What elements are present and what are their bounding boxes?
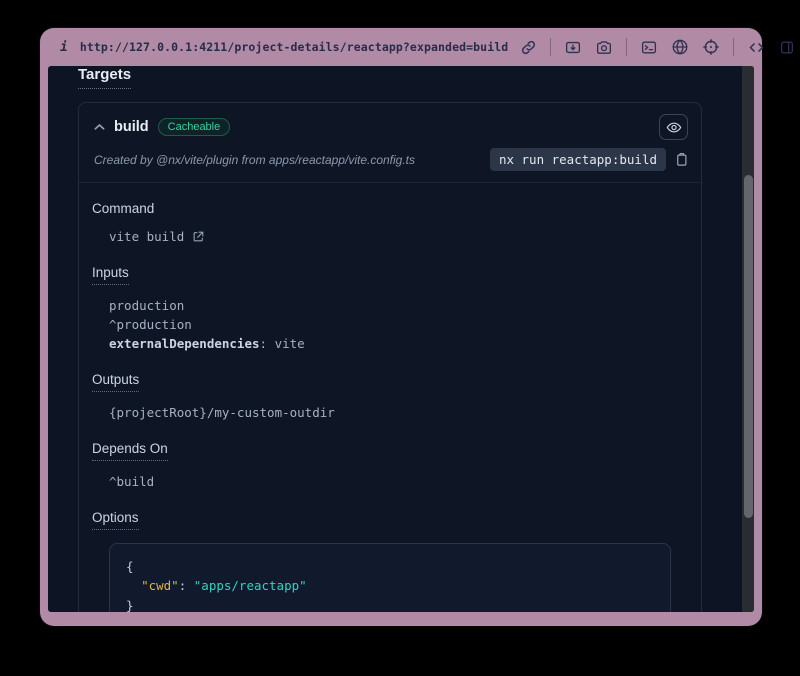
crosshair-icon[interactable] bbox=[702, 38, 720, 56]
target-name: build bbox=[114, 119, 149, 135]
project-details-content: Targets build Cacheable bbox=[78, 66, 702, 612]
browser-titlebar: i http://127.0.0.1:4211/project-details/… bbox=[40, 28, 762, 66]
input-value: : vite bbox=[260, 336, 305, 351]
inputs-section: Inputs production ^production externalDe… bbox=[92, 264, 685, 353]
view-graph-eye-button[interactable] bbox=[659, 114, 688, 140]
options-json-block: { "cwd": "apps/reactapp" } bbox=[109, 543, 671, 612]
depends-on-section: Depends On ^build bbox=[92, 440, 685, 491]
titlebar-actions bbox=[520, 38, 795, 56]
command-link[interactable]: vite build bbox=[109, 227, 685, 246]
json-separator: : bbox=[179, 578, 194, 593]
build-card-body: Command vite build bbox=[79, 183, 701, 612]
command-value: vite build bbox=[109, 227, 184, 246]
globe-icon[interactable] bbox=[671, 38, 689, 56]
cacheable-badge: Cacheable bbox=[158, 118, 231, 136]
titlebar-divider bbox=[733, 38, 734, 56]
outputs-section: Outputs {projectRoot}/my-custom-outdir bbox=[92, 371, 685, 422]
titlebar-divider bbox=[626, 38, 627, 56]
titlebar-divider bbox=[550, 38, 551, 56]
inputs-heading: Inputs bbox=[92, 265, 129, 285]
json-line: { bbox=[126, 557, 654, 576]
depends-on-heading: Depends On bbox=[92, 441, 168, 461]
target-card-build: build Cacheable Created by @nx/vite/plug… bbox=[78, 102, 702, 612]
split-view-icon[interactable] bbox=[779, 39, 795, 56]
options-heading: Options bbox=[92, 510, 139, 530]
build-card-header: build Cacheable Created by @nx/vite/plug… bbox=[79, 103, 701, 183]
code-icon[interactable] bbox=[747, 39, 766, 56]
depends-on-item: ^build bbox=[109, 472, 685, 491]
input-item: production bbox=[109, 296, 685, 315]
output-item: {projectRoot}/my-custom-outdir bbox=[109, 403, 685, 422]
json-string-value: "apps/reactapp" bbox=[194, 578, 307, 593]
terminal-icon[interactable] bbox=[640, 39, 658, 56]
info-icon: i bbox=[60, 40, 68, 55]
outputs-heading: Outputs bbox=[92, 372, 139, 392]
url-text[interactable]: http://127.0.0.1:4211/project-details/re… bbox=[80, 40, 508, 54]
run-command-chip[interactable]: nx run reactapp:build bbox=[490, 148, 666, 171]
camera-icon[interactable] bbox=[595, 39, 613, 56]
command-heading: Command bbox=[92, 201, 154, 216]
collapse-chevron-up-icon[interactable] bbox=[94, 123, 105, 131]
targets-heading: Targets bbox=[78, 66, 131, 89]
input-item: ^production bbox=[109, 315, 685, 334]
link-icon[interactable] bbox=[520, 39, 537, 56]
scrollbar-track[interactable] bbox=[742, 66, 754, 612]
browser-window: i http://127.0.0.1:4211/project-details/… bbox=[40, 28, 762, 626]
options-section: Options { "cwd": "apps/reactapp" } bbox=[92, 509, 685, 612]
json-line: } bbox=[126, 596, 654, 612]
json-line: "cwd": "apps/reactapp" bbox=[126, 576, 654, 595]
created-by-text: Created by @nx/vite/plugin from apps/rea… bbox=[94, 153, 415, 167]
app-viewport: Targets build Cacheable bbox=[48, 66, 754, 612]
input-item: externalDependencies: vite bbox=[109, 334, 685, 353]
external-link-icon bbox=[192, 230, 205, 243]
copy-icon[interactable] bbox=[675, 152, 688, 167]
command-section: Command vite build bbox=[92, 200, 685, 246]
scrollbar-thumb[interactable] bbox=[744, 175, 753, 518]
input-key: externalDependencies bbox=[109, 336, 260, 351]
download-tray-icon[interactable] bbox=[564, 39, 582, 56]
json-key: "cwd" bbox=[141, 578, 179, 593]
